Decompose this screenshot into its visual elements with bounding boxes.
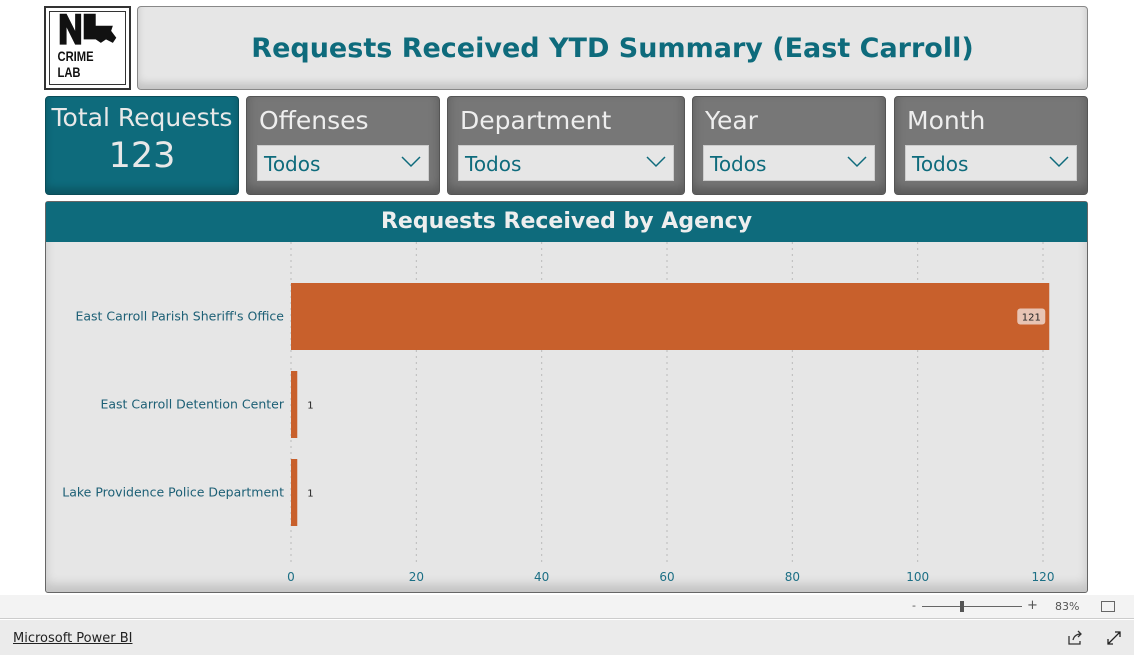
category-label: East Carroll Parish Sheriff's Office (75, 309, 284, 324)
category-label: East Carroll Detention Center (100, 397, 284, 412)
slicer-label: Month (907, 106, 986, 135)
agency-bar-chart: Requests Received by Agency 0 20 40 60 80 100… (45, 201, 1088, 593)
zoom-out-button[interactable]: - (912, 599, 916, 612)
fit-to-page-icon[interactable] (1101, 601, 1115, 612)
chevron-down-icon (646, 156, 666, 168)
slicer-year: Year Todos (692, 96, 886, 195)
dropdown-value: Todos (912, 152, 969, 176)
zoom-in-button[interactable]: + (1027, 598, 1038, 613)
kpi-label: Total Requests (51, 103, 233, 132)
month-dropdown[interactable]: Todos (905, 145, 1077, 181)
chevron-down-icon (401, 156, 421, 168)
dropdown-value: Todos (710, 152, 767, 176)
chart-plot: 0 20 40 60 80 100 120 East Carroll Parish Sheri… (62, 242, 1055, 584)
title-banner: Requests Received YTD Summary (East Carr… (137, 6, 1088, 90)
x-tick-label: 60 (659, 570, 674, 584)
dropdown-value: Todos (465, 152, 522, 176)
data-label: 121 (1022, 313, 1041, 324)
share-icon[interactable] (1067, 630, 1083, 646)
chart-title: Requests Received by Agency (46, 202, 1087, 242)
logo-text: CRIME LAB (57, 48, 94, 80)
x-tick-label: 120 (1032, 570, 1055, 584)
x-tick-label: 80 (785, 570, 800, 584)
bar (291, 371, 298, 438)
crime-lab-logo: CRIME LAB (44, 6, 131, 90)
x-tick-label: 40 (534, 570, 549, 584)
page-title: Requests Received YTD Summary (East Carr… (251, 32, 974, 64)
chevron-down-icon (1049, 156, 1069, 168)
power-bi-link[interactable]: Microsoft Power BI (13, 631, 132, 646)
slicer-month: Month Todos (894, 96, 1088, 195)
bar (291, 283, 1050, 350)
department-dropdown[interactable]: Todos (458, 145, 674, 181)
x-tick-label: 20 (409, 570, 424, 584)
zoom-slider-thumb[interactable] (960, 601, 964, 612)
slicer-label: Year (705, 106, 758, 135)
slicer-label: Department (460, 106, 612, 135)
slicer-department: Department Todos (447, 96, 685, 195)
offenses-dropdown[interactable]: Todos (257, 145, 429, 181)
data-label: 1 (307, 489, 313, 500)
footer: Microsoft Power BI (0, 620, 1134, 655)
zoom-level: 83% (1055, 600, 1080, 613)
dropdown-value: Todos (264, 152, 321, 176)
louisiana-logo-icon (59, 13, 116, 45)
category-label: Lake Providence Police Department (62, 485, 284, 500)
slicer-offenses: Offenses Todos (246, 96, 440, 195)
data-label: 1 (307, 401, 313, 412)
x-tick-label: 100 (906, 570, 929, 584)
bar (291, 459, 298, 526)
zoom-slider[interactable] (922, 606, 1022, 607)
slicer-label: Offenses (259, 106, 369, 135)
chevron-down-icon (847, 156, 867, 168)
fullscreen-icon[interactable] (1106, 630, 1122, 646)
total-requests-card: Total Requests 123 (45, 96, 239, 195)
x-tick-label: 0 (287, 570, 295, 584)
zoom-bar: - + 83% (0, 595, 1134, 619)
kpi-value: 123 (108, 136, 176, 176)
year-dropdown[interactable]: Todos (703, 145, 875, 181)
